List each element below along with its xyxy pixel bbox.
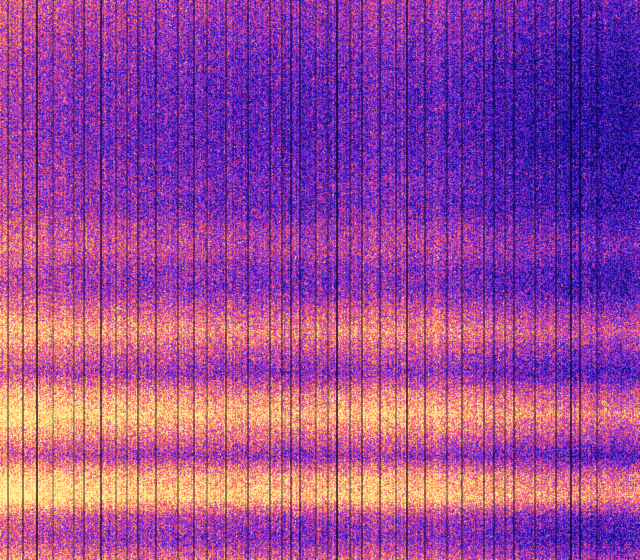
- spectrogram-chart: [0, 0, 640, 560]
- column-artifact-lines: [7, 0, 598, 560]
